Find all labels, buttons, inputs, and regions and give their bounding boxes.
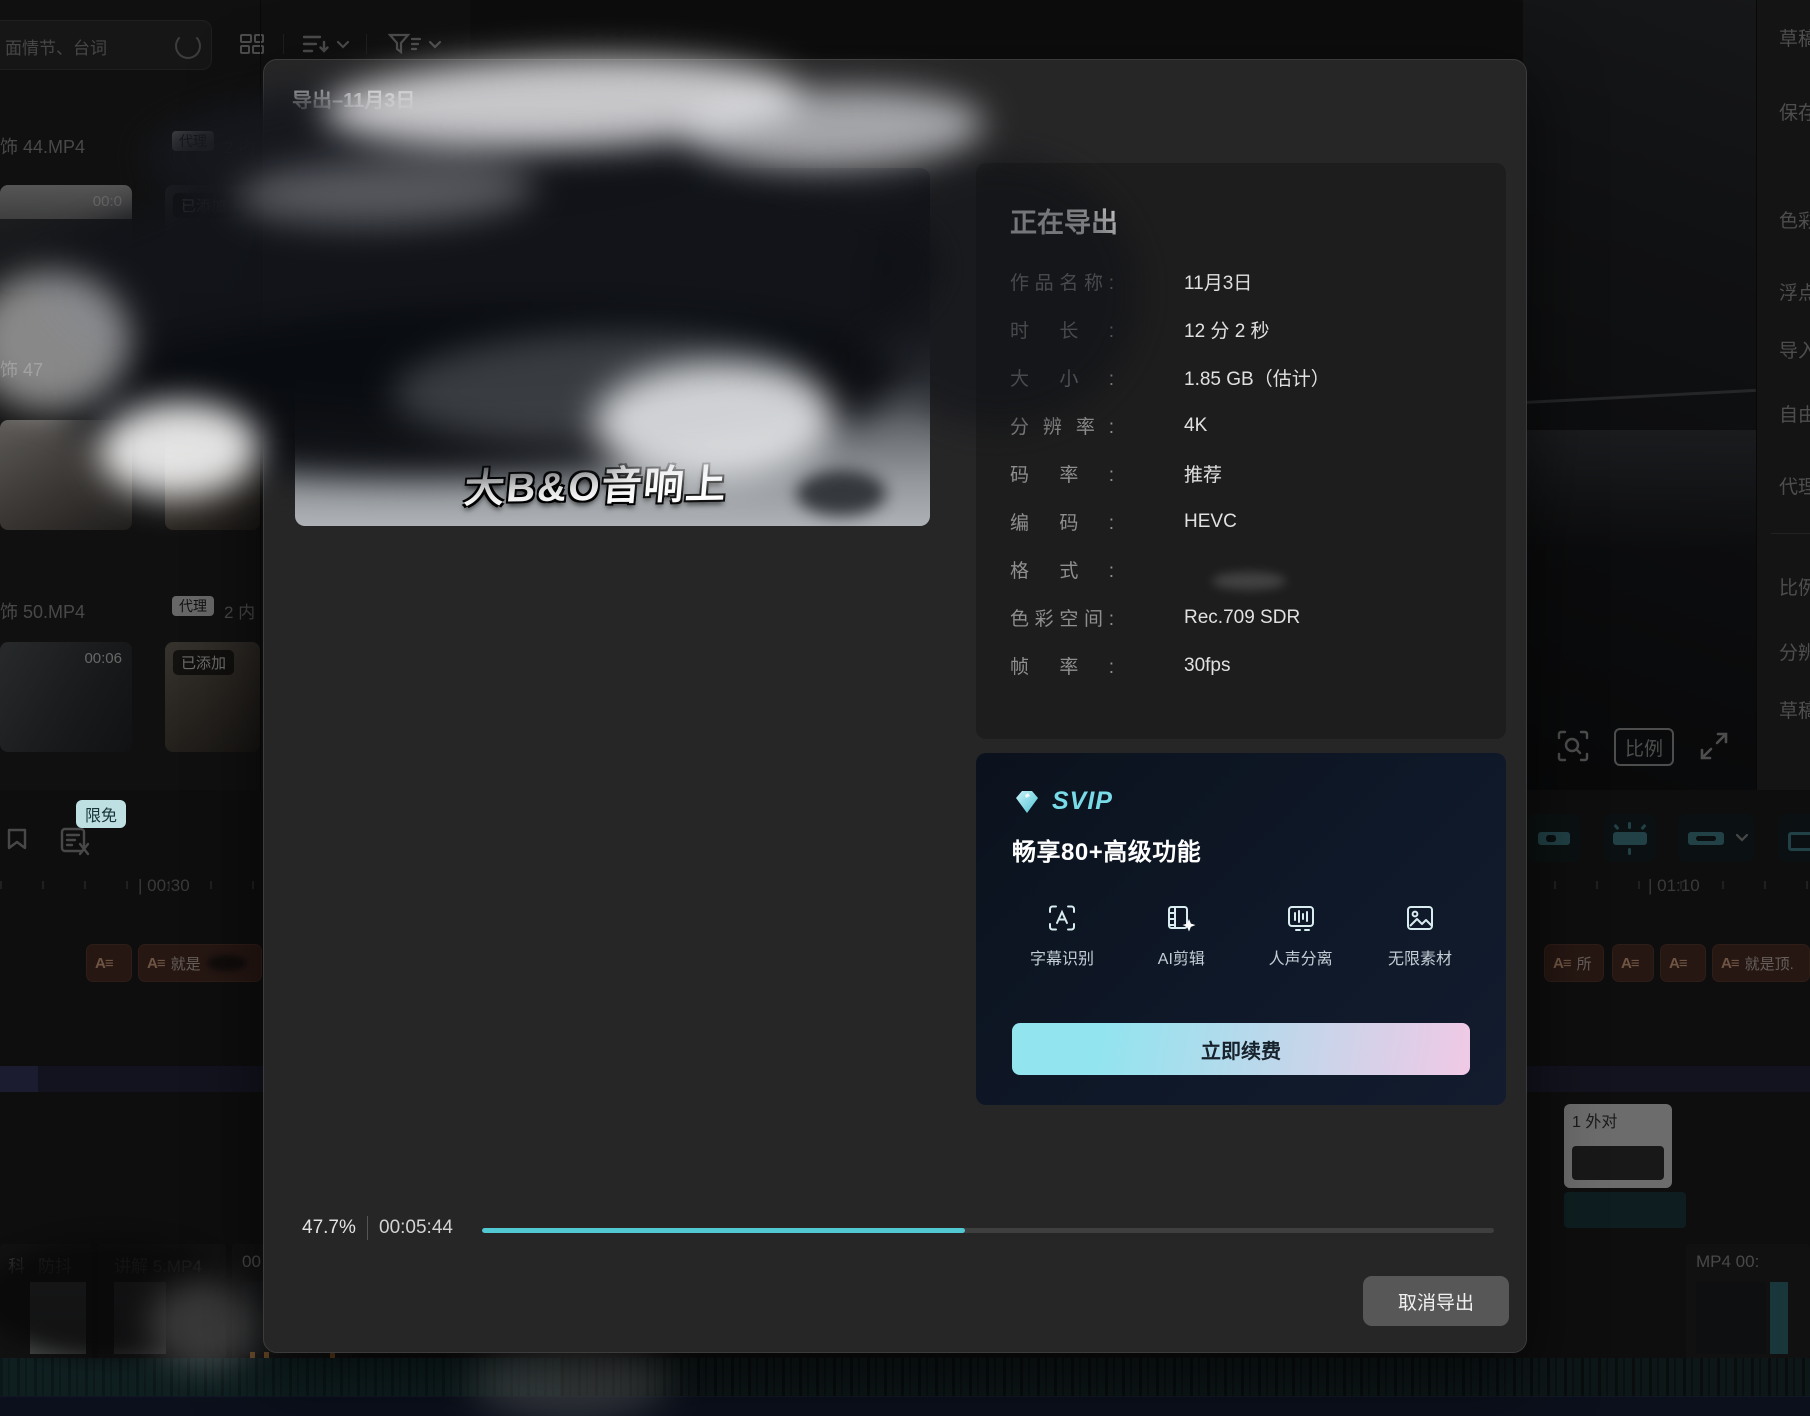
feature-label: 人声分离 [1269, 945, 1333, 969]
info-value: 1.85 GB（估计） [1184, 364, 1330, 391]
feature-vocal-separation: 人声分离 [1253, 901, 1349, 969]
progress-elapsed-time: 00:05:44 [379, 1217, 453, 1239]
renew-button[interactable]: 立即续费 [1012, 1023, 1470, 1075]
preview-caption: 大B&O音响上 [462, 452, 730, 515]
diamond-icon [1012, 788, 1042, 816]
export-preview-thumbnail: 大B&O音响上 [295, 168, 930, 526]
info-label: 格式: [1010, 556, 1114, 583]
dialog-title: 导出–11月3日 [292, 84, 415, 113]
info-label: 帧率: [1010, 652, 1114, 679]
export-status-heading: 正在导出 [1010, 201, 1472, 240]
info-row: 格式: [1010, 556, 1472, 583]
vocal-separation-icon [1284, 901, 1318, 935]
limited-free-badge: 限免 [76, 800, 126, 828]
feature-ai-edit: AI剪辑 [1133, 901, 1229, 969]
info-row: 编码: HEVC [1010, 508, 1472, 535]
ai-edit-icon [1164, 901, 1198, 935]
info-row: 色彩空间: Rec.709 SDR [1010, 604, 1472, 631]
svip-brand: SVIP [1052, 787, 1113, 816]
cancel-export-button[interactable]: 取消导出 [1363, 1276, 1509, 1326]
info-label: 编码: [1010, 508, 1114, 535]
info-value: 12 分 2 秒 [1184, 316, 1270, 343]
info-row: 作品名称: 11月3日 [1010, 268, 1472, 295]
svip-promo-card: SVIP 畅享80+高级功能 字幕识别 AI剪辑 人声分离 无限素 [976, 753, 1506, 1105]
info-label: 分辨率: [1010, 412, 1114, 439]
info-label: 色彩空间: [1010, 604, 1114, 631]
export-dialog: 导出–11月3日 大B&O音响上 正在导出 作品名称: 11月3日 时长: 12 分… [263, 59, 1527, 1353]
progress-bar-track [482, 1228, 1494, 1233]
app-stage: 面情节、台词 饰 44.MP4 代理 2 内 00:0 已添加 饰 47 [0, 0, 1810, 1416]
info-row: 时长: 12 分 2 秒 [1010, 316, 1472, 343]
feature-label: 无限素材 [1388, 945, 1452, 969]
progress-fill [482, 1228, 965, 1233]
info-row: 分辨率: 4K [1010, 412, 1472, 439]
export-info-panel: 正在导出 作品名称: 11月3日 时长: 12 分 2 秒 大小: 1.85 GB（估… [976, 163, 1506, 739]
svip-brand-row: SVIP [1012, 787, 1470, 816]
info-label: 大小: [1010, 364, 1114, 391]
progress-percent: 47.7% [302, 1217, 356, 1239]
car-image-dark [295, 168, 930, 390]
info-row: 大小: 1.85 GB（估计） [1010, 364, 1472, 391]
svip-headline: 畅享80+高级功能 [1012, 832, 1470, 867]
unlimited-assets-icon [1403, 901, 1437, 935]
info-row: 码率: 推荐 [1010, 460, 1472, 487]
progress-divider [367, 1216, 368, 1240]
subtitle-recognition-icon [1045, 901, 1079, 935]
info-value: Rec.709 SDR [1184, 607, 1300, 629]
feature-subtitle-recognition: 字幕识别 [1014, 901, 1110, 969]
feature-unlimited-assets: 无限素材 [1372, 901, 1468, 969]
svip-features: 字幕识别 AI剪辑 人声分离 无限素材 [1012, 901, 1470, 969]
info-value: 推荐 [1184, 460, 1222, 487]
caption-smudge [796, 470, 886, 516]
info-row: 帧率: 30fps [1010, 652, 1472, 679]
info-value: 11月3日 [1184, 268, 1252, 295]
feature-label: AI剪辑 [1158, 945, 1205, 969]
info-value: 30fps [1184, 655, 1230, 677]
info-label: 时长: [1010, 316, 1114, 343]
feature-label: 字幕识别 [1030, 945, 1094, 969]
redaction-smudge [1212, 572, 1286, 590]
info-value: HEVC [1184, 511, 1237, 533]
info-value: 4K [1184, 415, 1207, 437]
info-label: 作品名称: [1010, 268, 1114, 295]
info-label: 码率: [1010, 460, 1114, 487]
